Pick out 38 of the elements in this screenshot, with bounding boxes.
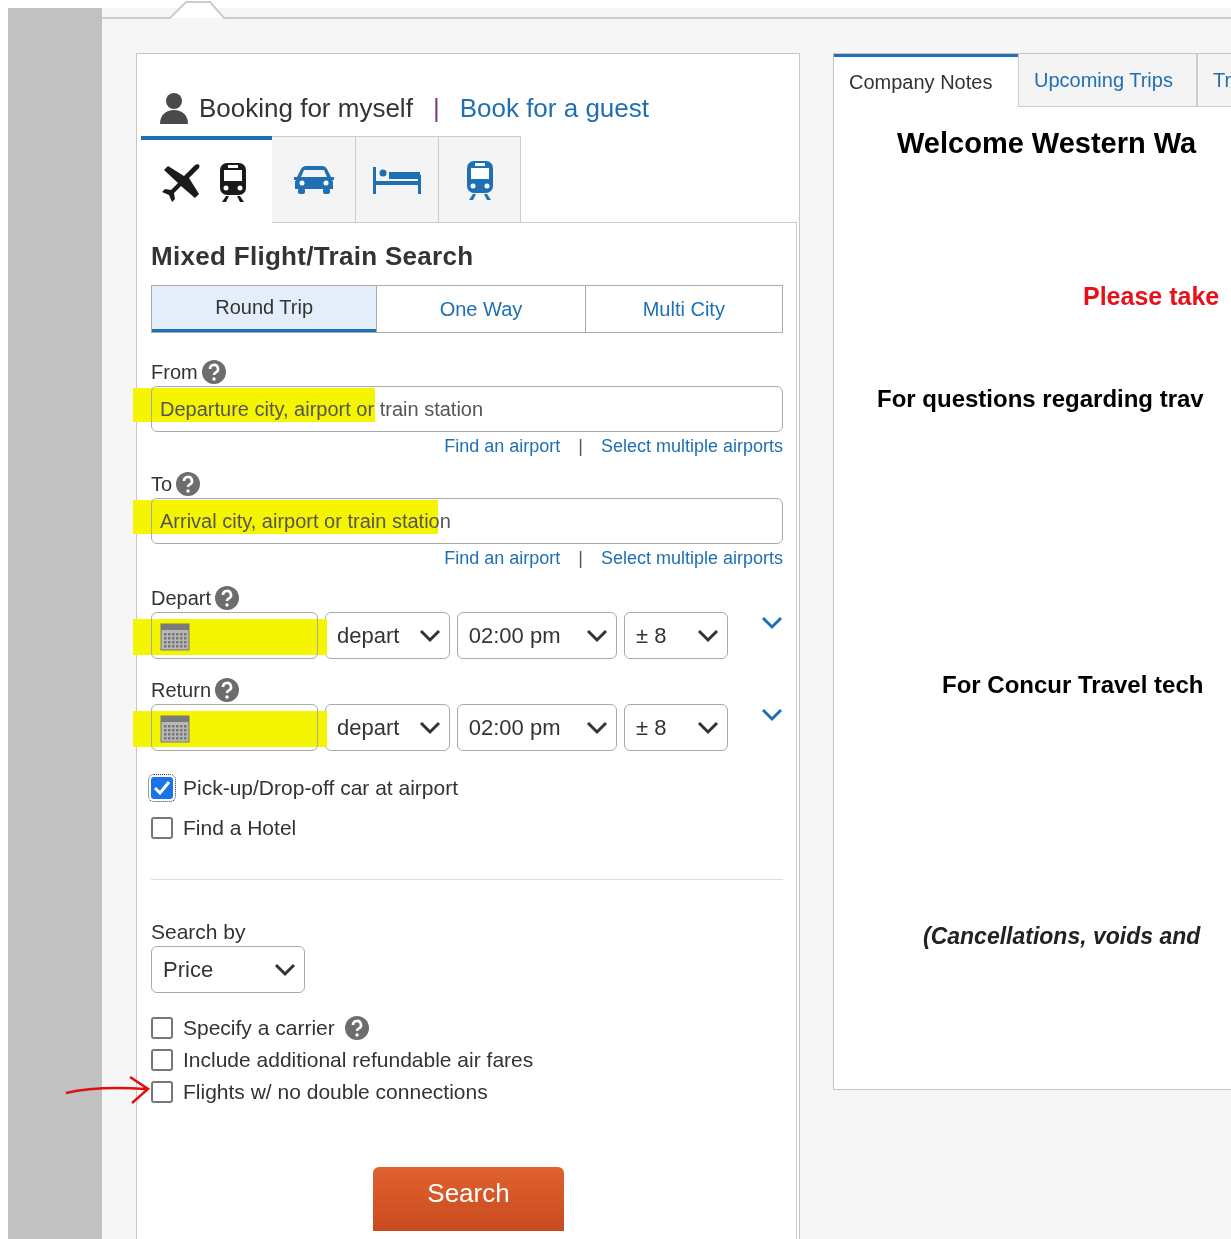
- side-tab[interactable]: Upcoming Trips: [1018, 54, 1197, 107]
- find-airport-link[interactable]: Find an airport: [444, 436, 561, 457]
- time-dropdown[interactable]: 02:00 pm: [456, 704, 618, 751]
- trip-type-tab[interactable]: Round Trip: [152, 286, 377, 332]
- placeholder-text: Departure city, airport or train station: [160, 397, 484, 421]
- field-label: To: [151, 472, 173, 496]
- search-title: Mixed Flight/Train Search: [151, 241, 475, 272]
- link-separator: |: [578, 548, 583, 569]
- time-range-dropdown[interactable]: ± 8: [624, 612, 728, 659]
- select-airports-link[interactable]: Select multiple airports: [600, 548, 783, 569]
- location-input-field[interactable]: Departure city, airport or train station: [151, 386, 783, 432]
- search-button[interactable]: Search: [373, 1167, 564, 1231]
- welcome-heading: Welcome Western Wa: [897, 127, 1198, 160]
- time-range-dropdown[interactable]: ± 8: [624, 704, 728, 751]
- select-airports-link[interactable]: Select multiple airports: [600, 436, 783, 457]
- checkbox-label: Specify a carrier: [183, 1016, 335, 1040]
- note-text: For Concur Travel tech: [942, 671, 1205, 699]
- note-text: Please take: [1083, 282, 1221, 311]
- time-type-dropdown[interactable]: depart: [325, 704, 450, 751]
- note-text: (Cancellations, voids and: [923, 923, 1202, 950]
- checkbox-label: Find a Hotel: [183, 816, 297, 840]
- find-airport-link[interactable]: Find an airport: [444, 548, 561, 569]
- side-tab[interactable]: Tr: [1197, 54, 1231, 107]
- booking-mode-label: Booking for myself: [199, 92, 413, 124]
- search-by-dropdown[interactable]: Price: [151, 946, 305, 993]
- checkbox-label: Pick-up/Drop-off car at airport: [183, 776, 459, 800]
- link-separator: |: [432, 92, 440, 124]
- note-text: For questions regarding trav: [877, 385, 1205, 413]
- time-type-dropdown[interactable]: depart: [325, 612, 450, 659]
- field-label: From: [151, 360, 198, 384]
- field-label: Depart: [151, 586, 212, 610]
- time-dropdown[interactable]: 02:00 pm: [456, 612, 618, 659]
- link-separator: |: [578, 436, 583, 457]
- field-label: Search by: [151, 920, 247, 944]
- field-label: Return: [151, 678, 212, 702]
- checkbox-label: Include additional refundable air fares: [183, 1048, 534, 1072]
- book-for-guest-link[interactable]: Book for a guest: [459, 92, 649, 124]
- checkbox-label: Flights w/ no double connections: [183, 1080, 488, 1104]
